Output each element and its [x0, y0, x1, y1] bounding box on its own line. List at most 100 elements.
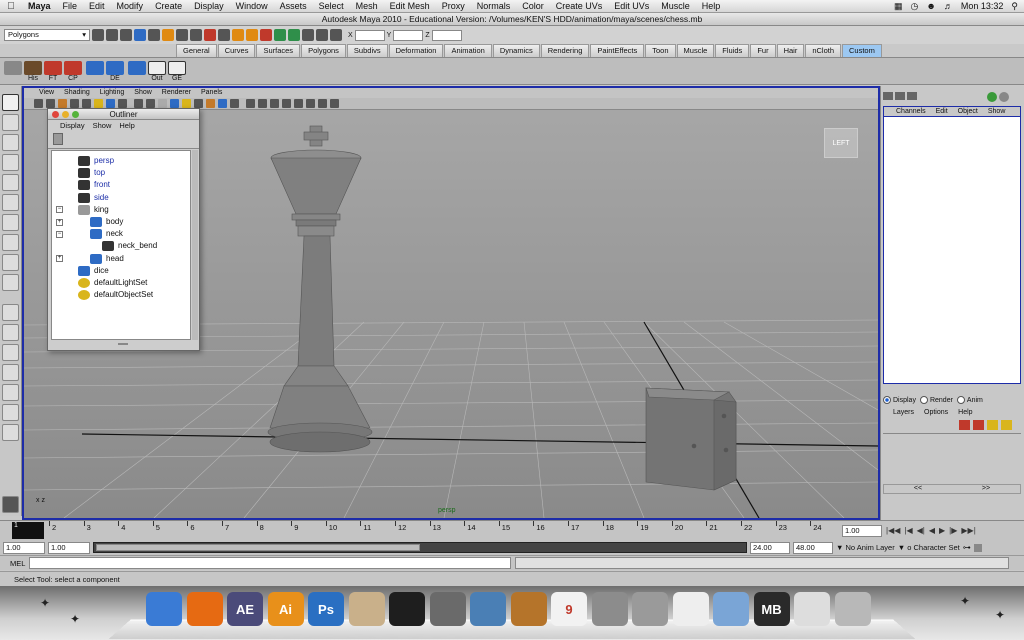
menu-display[interactable]: Display: [188, 1, 230, 11]
hypershade-icon[interactable]: [316, 29, 328, 41]
menu-color[interactable]: Color: [516, 1, 550, 11]
paint-select-tool-icon[interactable]: [2, 134, 19, 151]
iphoto-icon[interactable]: [470, 592, 506, 626]
ipr-render-icon[interactable]: [288, 29, 300, 41]
collapse-icon[interactable]: −: [56, 230, 63, 238]
dice-model[interactable]: [645, 387, 737, 491]
outliner-item-king[interactable]: − king: [56, 204, 109, 216]
graph-editor-shelf-button[interactable]: [168, 61, 186, 75]
spy-icon[interactable]: ☻: [926, 1, 935, 11]
shadows-icon[interactable]: [194, 99, 203, 108]
tab-toon[interactable]: Toon: [645, 44, 676, 57]
attribute-editor-toggle-icon[interactable]: [895, 92, 905, 100]
tab-curves[interactable]: Curves: [217, 44, 256, 57]
textedit-icon[interactable]: [672, 592, 709, 626]
outliner-item-head[interactable]: + head: [56, 253, 124, 265]
finder-icon[interactable]: [146, 592, 182, 626]
tab-muscle[interactable]: Muscle: [676, 44, 715, 57]
lights-icon[interactable]: [182, 99, 191, 108]
layer-mode-anim[interactable]: Anim: [956, 396, 983, 404]
center-pivot-shelf-button[interactable]: [64, 61, 82, 75]
layer-mode-render[interactable]: Render: [919, 396, 953, 404]
outliner-menu-show[interactable]: Show: [93, 120, 112, 131]
tab-polygons[interactable]: Polygons: [301, 44, 346, 57]
shelf-menu-icon[interactable]: [4, 61, 22, 75]
select-component-icon[interactable]: [162, 29, 174, 41]
tab-custom[interactable]: Custom: [842, 44, 882, 57]
go-to-start-icon[interactable]: |◀◀: [886, 526, 900, 535]
menu-create[interactable]: Create: [149, 1, 188, 11]
hud-icon[interactable]: [258, 99, 267, 108]
collapse-icon[interactable]: −: [56, 206, 63, 214]
menu-help[interactable]: Help: [696, 1, 727, 11]
tab-animation[interactable]: Animation: [444, 44, 492, 57]
tool-settings-toggle-icon[interactable]: [907, 92, 917, 100]
construction-history-icon[interactable]: [232, 29, 244, 41]
character-set-dropdown[interactable]: ▼ o Character Set: [898, 543, 960, 552]
wireframe-icon[interactable]: [134, 99, 143, 108]
layer-mode-display[interactable]: Display: [883, 396, 916, 404]
menuset-selector[interactable]: Polygons ▾: [4, 29, 90, 41]
outliner-shelf-button[interactable]: [148, 61, 166, 75]
camera-bookmark-icon[interactable]: [46, 99, 55, 108]
delete-history-shelf-button[interactable]: [106, 61, 124, 75]
channels-menu-show[interactable]: Show: [988, 107, 1006, 116]
preferences-icon[interactable]: [591, 592, 628, 626]
anti-alias-icon[interactable]: [306, 99, 315, 108]
king-model[interactable]: [267, 125, 373, 453]
channel-box[interactable]: [883, 116, 1021, 384]
outliner-scrollbar[interactable]: [192, 150, 198, 340]
end-time-field[interactable]: 48.00: [793, 541, 833, 554]
menu-create-uvs[interactable]: Create UVs: [550, 1, 609, 11]
menu-file[interactable]: File: [57, 1, 84, 11]
xray-joints-icon[interactable]: [218, 99, 227, 108]
layer-menu-help[interactable]: Help: [958, 409, 972, 416]
illustrator-icon[interactable]: Ai: [267, 592, 304, 626]
input-menu-icon[interactable]: ▦: [894, 1, 903, 12]
ambient-occlusion-icon[interactable]: [282, 99, 291, 108]
outliner-list[interactable]: persp top front side − king + body − neck neck_ben…: [51, 150, 191, 340]
wireframe-on-shaded-icon[interactable]: [158, 99, 167, 108]
clock[interactable]: Mon 13:32: [961, 1, 1004, 11]
range-thumb[interactable]: [96, 544, 420, 551]
menu-edit[interactable]: Edit: [83, 1, 111, 11]
viewport-menu-show[interactable]: Show: [129, 88, 157, 98]
shelf-button-blue-2[interactable]: [128, 61, 146, 75]
camera-icon[interactable]: [429, 592, 466, 626]
channel-box-icon-b[interactable]: [999, 92, 1009, 102]
safe-action-icon[interactable]: [106, 99, 115, 108]
move-tool-icon[interactable]: [2, 154, 19, 171]
textured-icon[interactable]: [170, 99, 179, 108]
resolution-gate-icon[interactable]: [94, 99, 103, 108]
tab-surfaces[interactable]: Surfaces: [256, 44, 301, 57]
tab-fur[interactable]: Fur: [750, 44, 776, 57]
x-field[interactable]: [354, 29, 385, 41]
tab-painteffects[interactable]: PaintEffects: [590, 44, 645, 57]
channel-box-toggle-icon[interactable]: [883, 92, 893, 100]
side-by-side-layout-icon[interactable]: [2, 344, 19, 361]
new-layer-icon[interactable]: [959, 420, 970, 430]
save-scene-icon[interactable]: [120, 29, 132, 41]
outliner-item-neck-bend[interactable]: neck_bend: [102, 240, 157, 252]
range-track[interactable]: [93, 542, 747, 553]
step-forward-frame-icon[interactable]: |▶: [949, 526, 957, 535]
camera-tools-icon[interactable]: [330, 29, 342, 41]
image-plane-icon[interactable]: [58, 99, 67, 108]
folder-icon[interactable]: [713, 592, 749, 626]
menu-select[interactable]: Select: [313, 1, 350, 11]
outliner-menu-display[interactable]: Display: [60, 120, 85, 131]
grid-toggle-icon[interactable]: [70, 99, 79, 108]
rotate-tool-icon[interactable]: [2, 174, 19, 191]
scroll-right-button[interactable]: >>: [982, 485, 990, 493]
maya-icon[interactable]: [389, 592, 425, 626]
outliner-item-neck[interactable]: − neck: [56, 228, 123, 240]
select-tool-icon[interactable]: [2, 94, 19, 111]
lasso-icon[interactable]: [260, 29, 272, 41]
channels-menu-channels[interactable]: Channels: [896, 107, 926, 116]
new-scene-icon[interactable]: [92, 29, 104, 41]
menu-edit-mesh[interactable]: Edit Mesh: [384, 1, 436, 11]
menu-assets[interactable]: Assets: [274, 1, 313, 11]
lasso-tool-icon[interactable]: [2, 114, 19, 131]
trash-icon[interactable]: [834, 592, 871, 626]
menu-app[interactable]: Maya: [22, 1, 57, 11]
